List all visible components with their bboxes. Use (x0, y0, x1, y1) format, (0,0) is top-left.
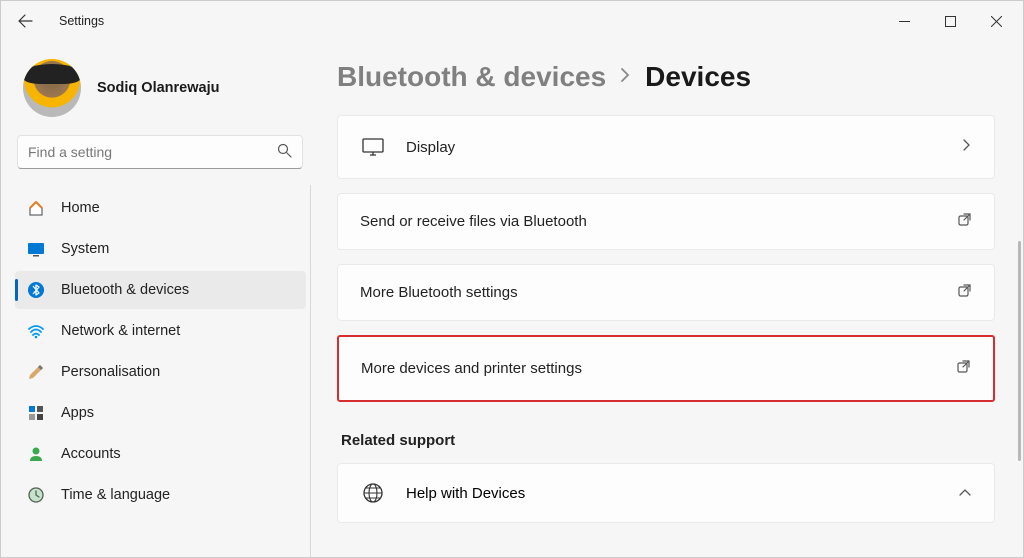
avatar (23, 59, 81, 117)
time-icon (27, 486, 45, 504)
network-icon (27, 322, 45, 340)
sidebar-item-label: Network & internet (61, 323, 180, 339)
profile-section[interactable]: Sodiq Olanrewaju (13, 49, 311, 135)
window-title: Settings (59, 14, 104, 28)
sidebar-item-network[interactable]: Network & internet (15, 312, 306, 350)
maximize-button[interactable] (927, 5, 973, 37)
section-related-support: Related support (341, 432, 995, 449)
sidebar-item-apps[interactable]: Apps (15, 394, 306, 432)
sidebar-item-system[interactable]: System (15, 230, 306, 268)
breadcrumb-current: Devices (645, 61, 751, 93)
search-box[interactable] (17, 135, 303, 169)
sidebar-item-label: Bluetooth & devices (61, 282, 189, 298)
card-more-bluetooth-settings[interactable]: More Bluetooth settings (337, 264, 995, 321)
external-link-icon (956, 359, 971, 378)
display-icon (360, 138, 386, 156)
external-link-icon (957, 283, 972, 302)
sidebar-item-label: System (61, 241, 109, 257)
card-label: Send or receive files via Bluetooth (360, 213, 957, 230)
sidebar-item-bluetooth[interactable]: Bluetooth & devices (15, 271, 306, 309)
card-display[interactable]: Display (337, 115, 995, 179)
sidebar-item-home[interactable]: Home (15, 189, 306, 227)
close-button[interactable] (973, 5, 1019, 37)
breadcrumb-parent[interactable]: Bluetooth & devices (337, 61, 606, 93)
card-label: More Bluetooth settings (360, 284, 957, 301)
personalisation-icon (27, 363, 45, 381)
sidebar-item-accounts[interactable]: Accounts (15, 435, 306, 473)
card-more-devices-printer-settings[interactable]: More devices and printer settings (337, 335, 995, 402)
sidebar-item-label: Apps (61, 405, 94, 421)
breadcrumb: Bluetooth & devices Devices (337, 61, 995, 93)
apps-icon (27, 404, 45, 422)
home-icon (27, 199, 45, 217)
card-help-with-devices[interactable]: Help with Devices (337, 463, 995, 523)
card-label: Display (406, 139, 962, 156)
card-label: More devices and printer settings (361, 360, 956, 377)
system-icon (27, 240, 45, 258)
search-icon (277, 143, 292, 161)
chevron-up-icon (958, 485, 972, 502)
chevron-right-icon (962, 138, 972, 156)
bluetooth-icon (27, 281, 45, 299)
sidebar-item-label: Personalisation (61, 364, 160, 380)
accounts-icon (27, 445, 45, 463)
profile-name: Sodiq Olanrewaju (97, 80, 219, 96)
sidebar-item-label: Time & language (61, 487, 170, 503)
card-send-receive-bluetooth[interactable]: Send or receive files via Bluetooth (337, 193, 995, 250)
card-label: Help with Devices (406, 485, 958, 502)
sidebar-item-label: Accounts (61, 446, 121, 462)
chevron-right-icon (620, 67, 631, 88)
help-globe-icon (360, 482, 386, 504)
back-button[interactable] (13, 9, 37, 33)
sidebar-item-label: Home (61, 200, 100, 216)
external-link-icon (957, 212, 972, 231)
scrollbar-thumb[interactable] (1018, 241, 1021, 461)
sidebar-nav: Home System Bluetooth & devices Network … (13, 185, 311, 557)
arrow-left-icon (17, 13, 33, 29)
minimize-button[interactable] (881, 5, 927, 37)
search-input[interactable] (28, 144, 277, 160)
sidebar-item-time[interactable]: Time & language (15, 476, 306, 514)
sidebar-item-personalisation[interactable]: Personalisation (15, 353, 306, 391)
